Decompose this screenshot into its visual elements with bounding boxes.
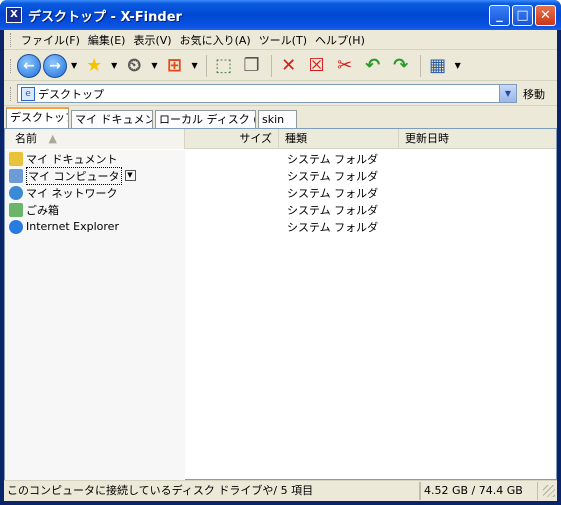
cut-icon: ✂ (337, 55, 353, 76)
internet-explorer-icon (9, 219, 23, 234)
menu-favorites[interactable]: お気に入り(A) (176, 32, 255, 48)
forward-dropdown[interactable]: ▼ (71, 61, 77, 70)
undo-icon: ↶ (365, 55, 381, 76)
list-item[interactable]: Internet Explorer システム フォルダ (5, 218, 556, 235)
file-name-rename-field[interactable]: マイ コンピュータ (26, 166, 122, 185)
app-window: X デスクトップ - X-Finder _ □ ✕ ファイル(F) 編集(E) … (0, 0, 561, 505)
tab-my-documents[interactable]: マイ ドキュメント (71, 110, 153, 128)
menu-tools[interactable]: ツール(T) (255, 32, 311, 48)
file-name: マイ ネットワーク (26, 186, 118, 200)
menu-help[interactable]: ヘルプ(H) (311, 32, 369, 48)
menu-view[interactable]: 表示(V) (129, 32, 175, 48)
file-type: システム フォルダ (287, 220, 379, 234)
resize-grip[interactable] (543, 485, 555, 497)
disk-space: 4.52 GB / 74.4 GB (420, 482, 538, 500)
window-frame: ファイル(F) 編集(E) 表示(V) お気に入り(A) ツール(T) ヘルプ(… (4, 30, 557, 501)
view-icon: ▦ (429, 55, 447, 76)
my-documents-icon (9, 151, 23, 166)
forward-button[interactable]: → (43, 53, 67, 79)
file-type: システム フォルダ (287, 203, 379, 217)
file-type: システム フォルダ (287, 169, 379, 183)
address-bar: e デスクトップ ▼ 移動 (4, 82, 557, 106)
addressbar-grip[interactable] (10, 86, 13, 101)
delete-file-icon: ☒ (308, 55, 325, 76)
history-button[interactable]: ⏲ (121, 53, 147, 79)
list-item[interactable]: マイ コンピュータ ▼ システム フォルダ (5, 166, 556, 185)
window-title: デスクトップ - X-Finder (28, 9, 182, 25)
windows-flag-icon: ⊞ (166, 55, 183, 76)
star-icon: ★ (86, 55, 103, 76)
minimize-button[interactable]: _ (489, 4, 510, 26)
list-item[interactable]: マイ ドキュメント システム フォルダ (5, 150, 556, 167)
view-button[interactable]: ▦ (425, 53, 451, 79)
move-window-button[interactable]: ⬚ (211, 53, 237, 79)
back-arrow-icon: ← (17, 53, 41, 78)
menubar-grip[interactable] (10, 32, 13, 47)
list-item[interactable]: ごみ箱 システム フォルダ (5, 201, 556, 218)
move-window-icon: ⬚ (215, 55, 233, 76)
menu-edit[interactable]: 編集(E) (84, 32, 130, 48)
menu-bar: ファイル(F) 編集(E) 表示(V) お気に入り(A) ツール(T) ヘルプ(… (4, 30, 557, 50)
back-button[interactable]: ← (17, 53, 41, 79)
app-icon: X (6, 7, 22, 23)
toolbar-grip[interactable] (10, 58, 13, 73)
history-dropdown[interactable]: ▼ (151, 61, 157, 70)
maximize-button[interactable]: □ (512, 4, 533, 26)
status-bar: このコンピュータに接続しているディスク ドライブや/ 5 項目 4.52 GB … (4, 480, 557, 501)
close-button[interactable]: ✕ (535, 4, 556, 26)
my-computer-icon (9, 168, 23, 183)
tab-skin[interactable]: skin (258, 110, 297, 128)
column-modified[interactable]: 更新日時 (399, 129, 551, 149)
column-size[interactable]: サイズ (185, 129, 279, 149)
file-name: ごみ箱 (26, 203, 59, 217)
windows-dropdown[interactable]: ▼ (191, 61, 197, 70)
delete-file-button[interactable]: ☒ (304, 53, 330, 79)
file-type: システム フォルダ (287, 186, 379, 200)
tab-desktop[interactable]: デスクトップ (6, 107, 69, 128)
red-x-icon: ✕ (281, 55, 297, 76)
column-header: 名前 ▲ サイズ 種類 更新日時 (5, 129, 556, 149)
undo-button[interactable]: ↶ (360, 53, 386, 79)
redo-icon: ↷ (393, 55, 409, 76)
address-value[interactable]: デスクトップ (38, 86, 104, 102)
clock-icon: ⏲ (127, 55, 142, 76)
title-bar[interactable]: X デスクトップ - X-Finder _ □ ✕ (0, 0, 561, 30)
column-type[interactable]: 種類 (279, 129, 399, 149)
file-name: Internet Explorer (26, 220, 119, 233)
windows-button[interactable]: ⊞ (161, 53, 187, 79)
redo-button[interactable]: ↷ (388, 53, 414, 79)
menu-file[interactable]: ファイル(F) (17, 32, 84, 48)
toolbar-separator (419, 54, 421, 77)
file-name: マイ ドキュメント (26, 152, 118, 166)
rename-dropdown[interactable]: ▼ (124, 170, 136, 181)
toolbar-separator (205, 54, 207, 77)
copy-window-icon: ❐ (243, 55, 260, 76)
cut-button[interactable]: ✂ (332, 53, 358, 79)
sort-ascending-icon: ▲ (48, 132, 57, 145)
recycle-bin-icon (9, 202, 23, 217)
go-button[interactable]: 移動 (523, 86, 545, 102)
toolbar-separator (270, 54, 272, 77)
delete-button[interactable]: ✕ (276, 53, 302, 79)
desktop-icon: e (21, 86, 35, 101)
tab-local-disk[interactable]: ローカル ディスク (C (155, 110, 256, 128)
network-icon (9, 185, 23, 200)
forward-arrow-icon: → (43, 53, 67, 78)
address-field[interactable]: e デスクトップ ▼ (17, 84, 517, 103)
column-name[interactable]: 名前 ▲ (5, 129, 185, 149)
favorites-button[interactable]: ★ (81, 53, 107, 79)
copy-window-button[interactable]: ❐ (239, 53, 265, 79)
file-rows: マイ ドキュメント システム フォルダ マイ コンピュータ ▼ システム フォルダ… (5, 150, 556, 480)
status-message: このコンピュータに接続しているディスク ドライブや/ 5 項目 (4, 482, 420, 500)
file-type: システム フォルダ (287, 152, 379, 166)
list-item[interactable]: マイ ネットワーク システム フォルダ (5, 184, 556, 201)
view-dropdown[interactable]: ▼ (455, 61, 461, 70)
address-dropdown[interactable]: ▼ (499, 85, 516, 102)
favorites-dropdown[interactable]: ▼ (111, 61, 117, 70)
column-name-label: 名前 (15, 132, 37, 145)
toolbar: ← → ▼ ★ ▼ ⏲ ▼ ⊞ ▼ ⬚ ❐ ✕ ☒ ✂ ↶ ↷ ▦ ▼ (4, 51, 557, 81)
tab-bar: デスクトップ マイ ドキュメント ローカル ディスク (C skin (4, 107, 557, 128)
file-list: 名前 ▲ サイズ 種類 更新日時 マイ ドキュメント システム フォルダ マイ … (4, 128, 557, 480)
